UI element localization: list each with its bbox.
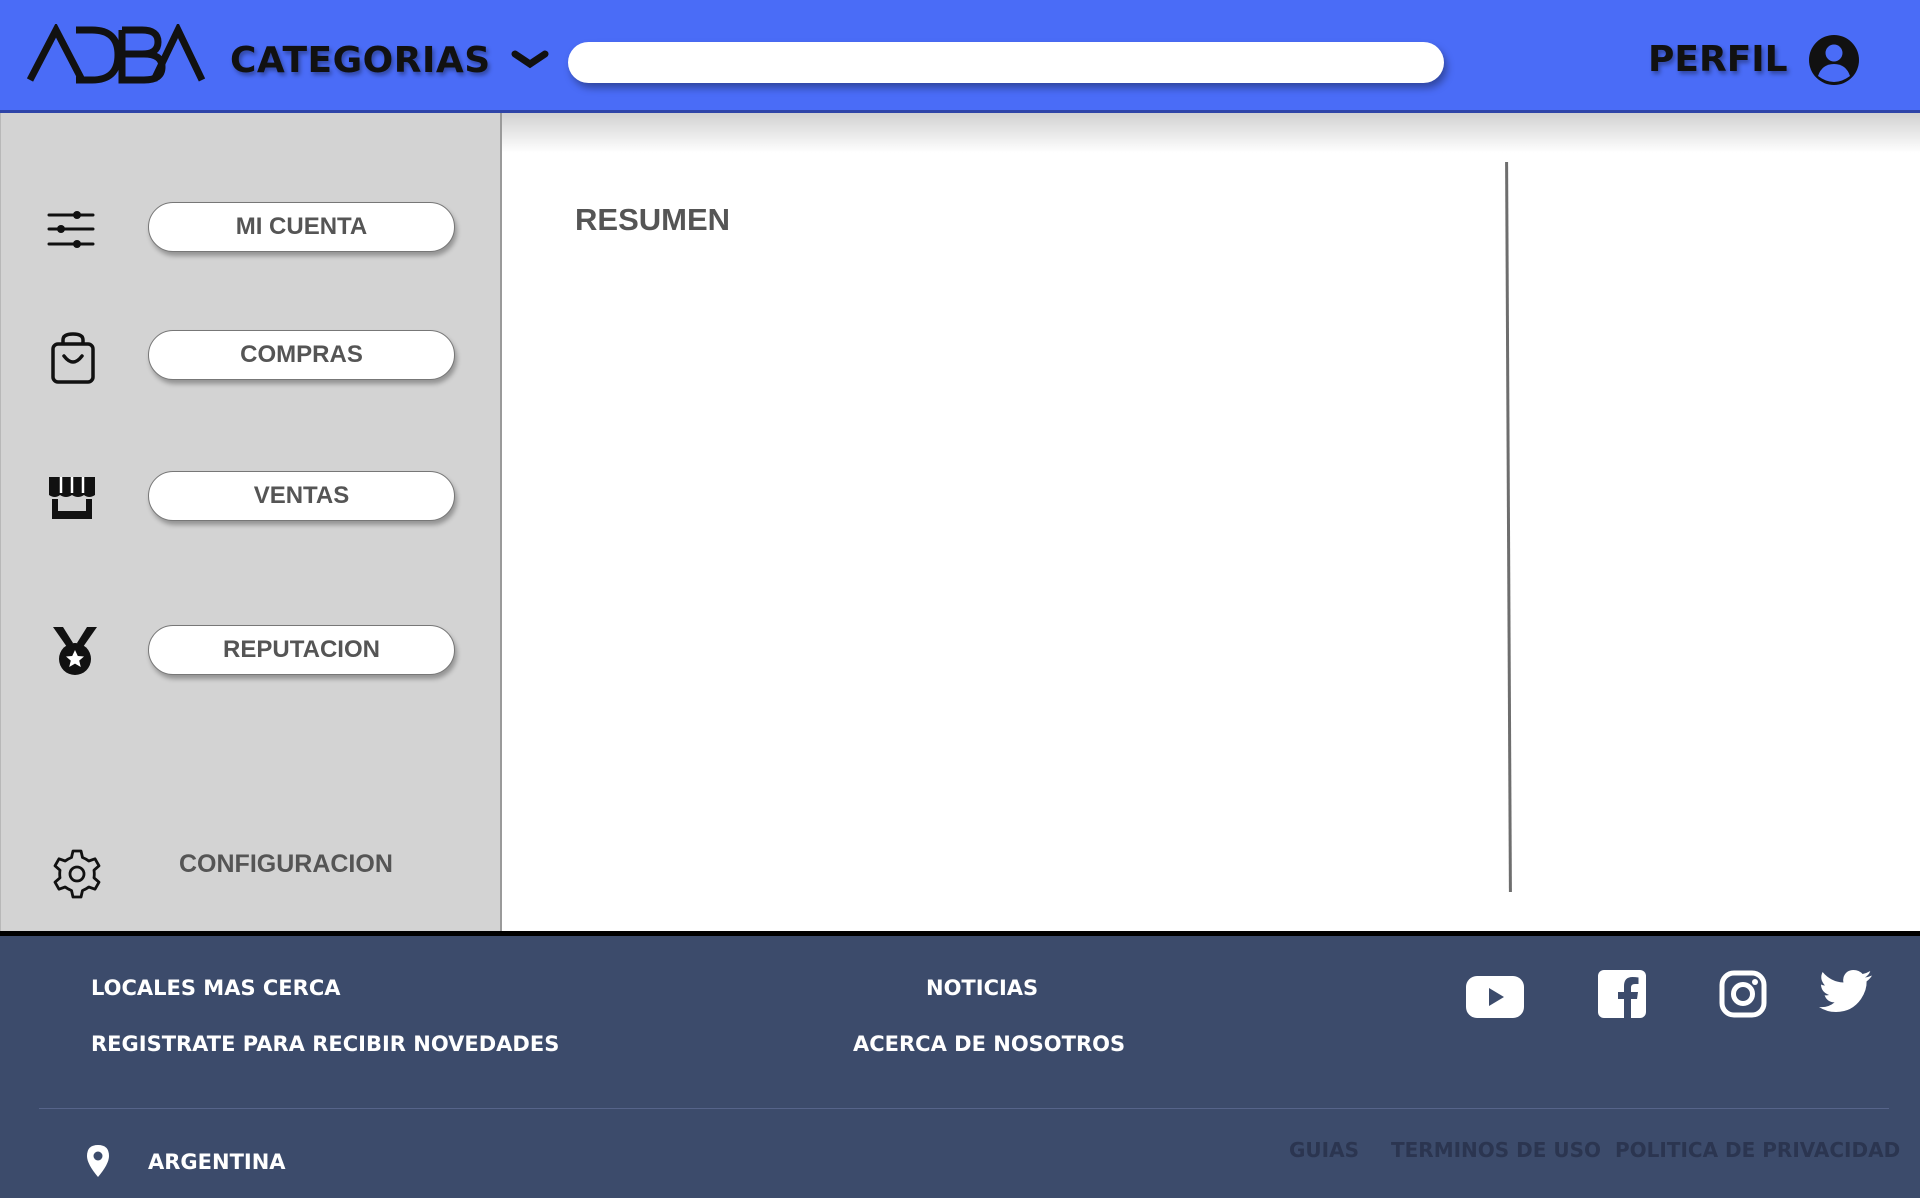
instagram-icon[interactable] — [1719, 970, 1767, 1018]
top-navbar: CATEGORIAS PERFIL — [0, 0, 1920, 113]
user-avatar-icon[interactable] — [1808, 34, 1860, 86]
medal-icon — [53, 627, 97, 675]
sidebar-item-mi-cuenta[interactable]: MI CUENTA — [148, 202, 455, 252]
store-icon — [49, 477, 95, 519]
twitter-icon[interactable] — [1819, 970, 1873, 1016]
facebook-icon[interactable] — [1598, 970, 1646, 1018]
content-divider — [1505, 161, 1512, 893]
footer-link-guias[interactable]: GUIAS — [1289, 1138, 1359, 1162]
categories-label: CATEGORIAS — [230, 39, 491, 81]
footer-link-locales[interactable]: LOCALES MAS CERCA — [91, 976, 341, 1000]
logo[interactable] — [26, 21, 206, 86]
sidebar: MI CUENTA COMPRAS VENTAS REPUTACION CONF… — [0, 113, 502, 931]
footer-link-privacidad[interactable]: POLITICA DE PRIVACIDAD — [1615, 1138, 1900, 1162]
footer-link-terminos[interactable]: TERMINOS DE USO — [1391, 1138, 1601, 1162]
shopping-bag-icon — [51, 332, 95, 384]
sliders-icon — [47, 211, 95, 248]
footer-separator — [39, 1108, 1889, 1109]
search-input[interactable] — [568, 42, 1444, 83]
youtube-icon[interactable] — [1466, 976, 1524, 1018]
footer-link-acerca[interactable]: ACERCA DE NOSOTROS — [853, 1032, 1125, 1056]
sidebar-item-compras[interactable]: COMPRAS — [148, 330, 455, 380]
footer-link-noticias[interactable]: NOTICIAS — [926, 976, 1038, 1000]
sidebar-item-ventas[interactable]: VENTAS — [148, 471, 455, 521]
location-label[interactable]: ARGENTINA — [148, 1150, 286, 1174]
footer-link-registrate[interactable]: REGISTRATE PARA RECIBIR NOVEDADES — [91, 1032, 559, 1056]
chevron-down-icon — [511, 50, 549, 69]
location-pin-icon — [87, 1145, 109, 1177]
page-title: RESUMEN — [575, 202, 731, 237]
profile-link[interactable]: PERFIL — [1648, 38, 1788, 82]
header-shadow — [502, 113, 1920, 153]
settings-link[interactable]: CONFIGURACION — [179, 850, 393, 879]
logo-graphic — [26, 21, 206, 84]
categories-dropdown[interactable]: CATEGORIAS — [230, 38, 549, 82]
gear-icon[interactable] — [51, 848, 103, 900]
sidebar-item-reputacion[interactable]: REPUTACION — [148, 625, 455, 675]
